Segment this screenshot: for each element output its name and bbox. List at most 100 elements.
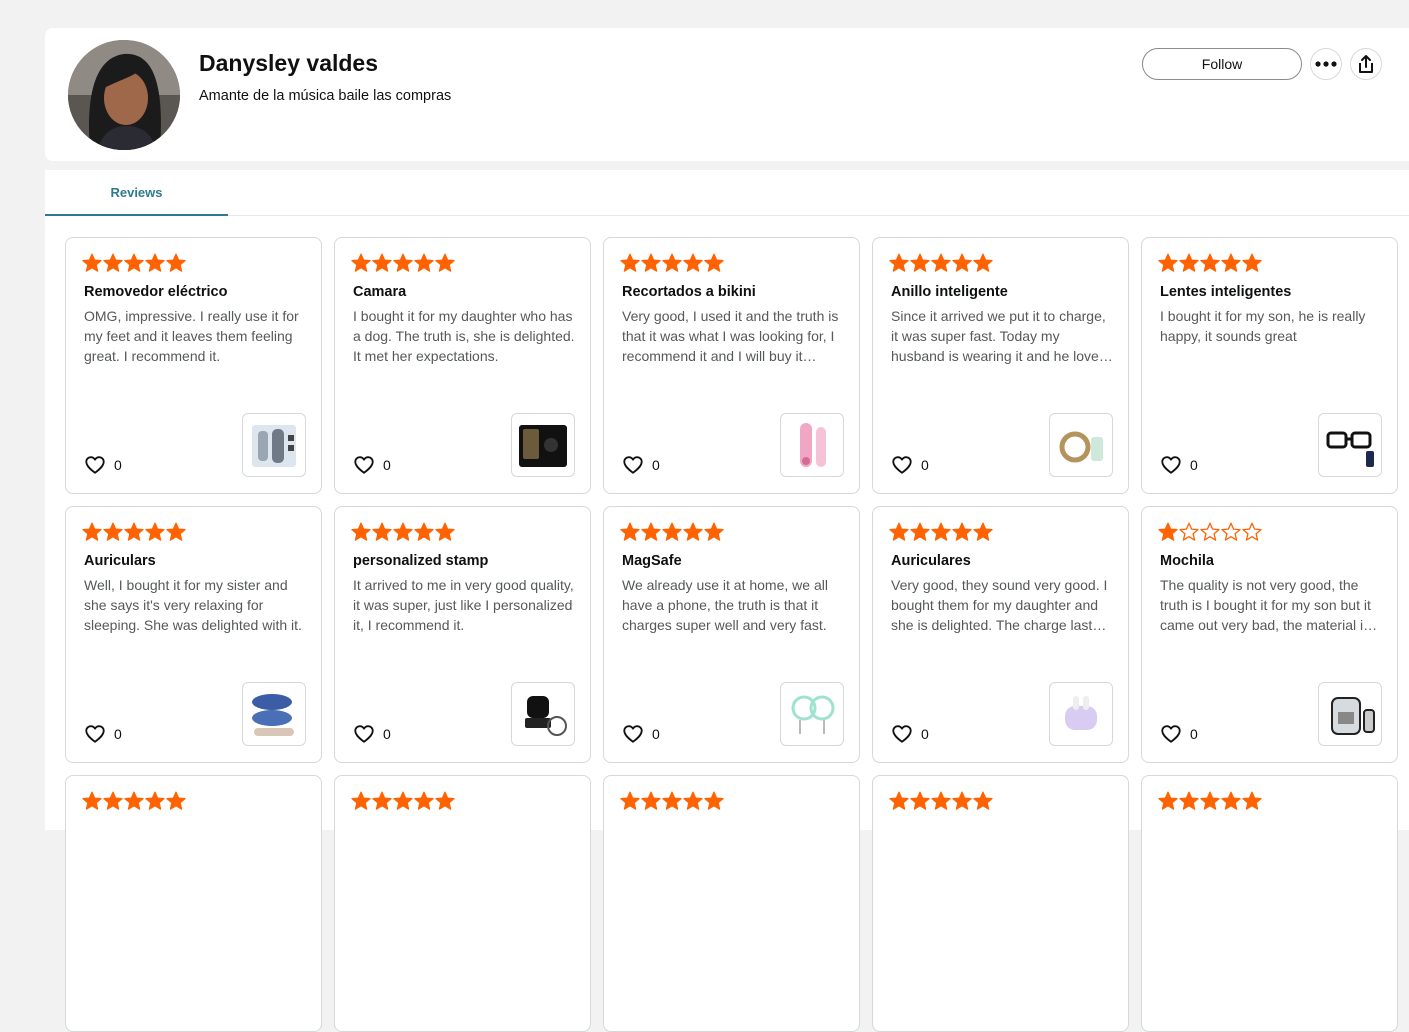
heart-icon[interactable] <box>1160 723 1182 745</box>
review-text[interactable]: I bought it for my son, he is really hap… <box>1160 306 1382 346</box>
review-text[interactable]: Very good, I used it and the truth is th… <box>622 306 844 366</box>
review-text[interactable]: Well, I bought it for my sister and she … <box>84 575 306 635</box>
like-count: 0 <box>921 457 929 473</box>
avatar[interactable] <box>68 40 180 150</box>
like-count: 0 <box>114 457 122 473</box>
star-rating <box>889 253 993 273</box>
review-text[interactable]: We already use it at home, we all have a… <box>622 575 844 635</box>
review-title[interactable]: Auriculars <box>84 553 156 569</box>
heart-icon[interactable] <box>84 723 106 745</box>
smart-ring-icon <box>1059 431 1103 463</box>
review-title[interactable]: Mochila <box>1160 553 1214 569</box>
review-text[interactable]: I bought it for my daughter who has a do… <box>353 306 575 366</box>
star-icon <box>414 522 434 541</box>
star-icon <box>166 791 186 810</box>
review-title[interactable]: MagSafe <box>622 553 682 569</box>
star-icon <box>393 522 413 541</box>
product-thumbnail[interactable] <box>511 413 575 477</box>
review-text[interactable]: Very good, they sound very good. I bough… <box>891 575 1113 635</box>
star-icon <box>103 791 123 810</box>
review-card[interactable]: MagSafe We already use it at home, we all… <box>603 506 860 763</box>
profile-name: Danysley valdes <box>199 50 379 76</box>
product-thumbnail[interactable] <box>780 413 844 477</box>
star-icon <box>910 253 930 272</box>
review-title[interactable]: Camara <box>353 284 406 300</box>
heart-icon[interactable] <box>891 723 913 745</box>
review-title[interactable]: personalized stamp <box>353 553 488 569</box>
review-card[interactable] <box>334 775 591 1032</box>
heart-icon[interactable] <box>353 454 375 476</box>
star-rating <box>620 791 724 811</box>
star-icon <box>641 253 661 272</box>
review-title[interactable]: Removedor eléctrico <box>84 284 227 300</box>
review-text[interactable]: OMG, impressive. I really use it for my … <box>84 306 306 366</box>
star-rating <box>620 253 724 273</box>
review-text[interactable]: It arrived to me in very good quality, i… <box>353 575 575 635</box>
star-rating <box>351 522 455 542</box>
more-options-button[interactable] <box>1310 48 1342 80</box>
heart-icon[interactable] <box>891 454 913 476</box>
product-thumbnail[interactable] <box>511 682 575 746</box>
follow-button[interactable]: Follow <box>1142 48 1302 80</box>
review-card[interactable]: Camara I bought it for my daughter who ha… <box>334 237 591 494</box>
star-icon <box>1242 522 1262 541</box>
ellipsis-icon <box>1315 61 1337 67</box>
heart-icon[interactable] <box>622 723 644 745</box>
like-count: 0 <box>1190 726 1198 742</box>
product-thumbnail[interactable] <box>1049 413 1113 477</box>
heart-icon[interactable] <box>1160 454 1182 476</box>
star-icon <box>641 522 661 541</box>
star-icon <box>351 791 371 810</box>
heart-icon[interactable] <box>622 454 644 476</box>
product-thumbnail[interactable] <box>242 682 306 746</box>
avatar-photo <box>68 40 180 150</box>
share-button[interactable] <box>1350 48 1382 80</box>
review-card[interactable]: Removedor eléctrico OMG, impressive. I re… <box>65 237 322 494</box>
star-icon <box>662 253 682 272</box>
profile-header: Danysley valdes Amante de la música bail… <box>45 28 1409 161</box>
review-card[interactable]: personalized stamp It arrived to me in ve… <box>334 506 591 763</box>
foot-file-icon <box>252 425 296 467</box>
product-thumbnail[interactable] <box>242 413 306 477</box>
review-card[interactable] <box>603 775 860 1032</box>
product-thumbnail[interactable] <box>1318 413 1382 477</box>
review-title[interactable]: Anillo inteligente <box>891 284 1008 300</box>
star-icon <box>435 522 455 541</box>
review-card[interactable]: Recortados a bikini Very good, I used it … <box>603 237 860 494</box>
review-card[interactable]: Mochila The quality is not very good, the… <box>1141 506 1398 763</box>
star-icon <box>1200 791 1220 810</box>
star-icon <box>124 253 144 272</box>
product-thumbnail[interactable] <box>780 682 844 746</box>
stamp-icon <box>525 696 567 736</box>
star-icon <box>414 791 434 810</box>
review-card[interactable]: Auriculares Very good, they sound very go… <box>872 506 1129 763</box>
star-icon <box>103 522 123 541</box>
review-card[interactable] <box>1141 775 1398 1032</box>
review-text[interactable]: Since it arrived we put it to charge, it… <box>891 306 1113 366</box>
like-control: 0 <box>622 723 660 745</box>
star-icon <box>393 791 413 810</box>
review-title[interactable]: Recortados a bikini <box>622 284 756 300</box>
review-card[interactable]: Anillo inteligente Since it arrived we pu… <box>872 237 1129 494</box>
product-thumbnail[interactable] <box>1318 682 1382 746</box>
review-card[interactable] <box>65 775 322 1032</box>
tab-bar: Reviews <box>45 170 1409 216</box>
magsafe-icon <box>791 695 835 734</box>
product-thumbnail[interactable] <box>1049 682 1113 746</box>
star-icon <box>662 522 682 541</box>
review-text[interactable]: The quality is not very good, the truth … <box>1160 575 1382 635</box>
like-control: 0 <box>353 723 391 745</box>
star-icon <box>1242 791 1262 810</box>
review-card[interactable]: Auriculars Well, I bought it for my siste… <box>65 506 322 763</box>
heart-icon[interactable] <box>353 723 375 745</box>
review-title[interactable]: Auriculares <box>891 553 971 569</box>
review-card[interactable]: Lentes inteligentes I bought it for my so… <box>1141 237 1398 494</box>
heart-icon[interactable] <box>84 454 106 476</box>
star-icon <box>82 791 102 810</box>
review-title[interactable]: Lentes inteligentes <box>1160 284 1291 300</box>
tab-reviews[interactable]: Reviews <box>45 170 228 216</box>
review-card[interactable] <box>872 775 1129 1032</box>
like-count: 0 <box>114 726 122 742</box>
like-control: 0 <box>84 723 122 745</box>
star-icon <box>620 253 640 272</box>
